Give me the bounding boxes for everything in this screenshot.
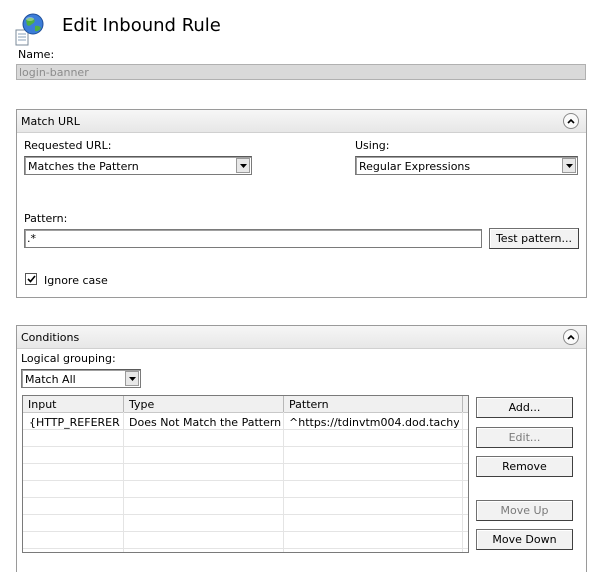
logical-grouping-select[interactable]: Match All: [21, 369, 141, 388]
column-header-type[interactable]: Type: [129, 398, 154, 411]
globe-document-icon: [14, 12, 46, 46]
pattern-label: Pattern:: [24, 212, 68, 225]
match-url-header: Match URL: [17, 110, 586, 133]
name-field[interactable]: login-banner: [16, 64, 586, 80]
table-header: Input Type Pattern: [23, 396, 468, 413]
remove-condition-button[interactable]: Remove: [476, 456, 573, 477]
ignore-case-label: Ignore case: [44, 274, 108, 287]
requested-url-value: Matches the Pattern: [28, 160, 139, 173]
cell-input: {HTTP_REFERER}: [29, 416, 121, 429]
move-up-button[interactable]: Move Up: [476, 500, 573, 521]
conditions-title: Conditions: [21, 331, 80, 344]
conditions-header: Conditions: [17, 326, 586, 349]
dropdown-arrow-icon[interactable]: [125, 371, 139, 386]
collapse-chevron-up-icon[interactable]: [563, 113, 579, 129]
logical-grouping-label: Logical grouping:: [21, 352, 116, 365]
column-header-input[interactable]: Input: [28, 398, 56, 411]
logical-grouping-value: Match All: [25, 373, 76, 386]
conditions-table[interactable]: Input Type Pattern {HTTP_REFERER} Does N…: [22, 395, 469, 553]
name-label: Name:: [18, 48, 55, 61]
requested-url-select[interactable]: Matches the Pattern: [24, 156, 252, 175]
match-url-panel: Match URL: [16, 109, 587, 298]
collapse-chevron-up-icon[interactable]: [563, 329, 579, 345]
edit-condition-button[interactable]: Edit...: [476, 427, 573, 448]
dropdown-arrow-icon[interactable]: [236, 158, 250, 173]
test-pattern-button[interactable]: Test pattern...: [489, 228, 579, 249]
using-select[interactable]: Regular Expressions: [355, 156, 578, 175]
page-title: Edit Inbound Rule: [62, 15, 221, 36]
pattern-input[interactable]: .*: [24, 229, 482, 248]
add-condition-button[interactable]: Add...: [476, 397, 573, 418]
move-down-button[interactable]: Move Down: [476, 529, 573, 550]
cell-pattern: ^https://tdinvtm004.dod.tachy...: [289, 416, 459, 429]
requested-url-label: Requested URL:: [24, 139, 112, 152]
ignore-case-checkbox[interactable]: [25, 273, 37, 285]
column-header-pattern[interactable]: Pattern: [289, 398, 329, 411]
pattern-value: .*: [27, 232, 36, 245]
using-label: Using:: [355, 139, 390, 152]
using-value: Regular Expressions: [359, 160, 471, 173]
cell-type: Does Not Match the Pattern: [129, 416, 281, 429]
dropdown-arrow-icon[interactable]: [562, 158, 576, 173]
match-url-title: Match URL: [21, 115, 80, 128]
